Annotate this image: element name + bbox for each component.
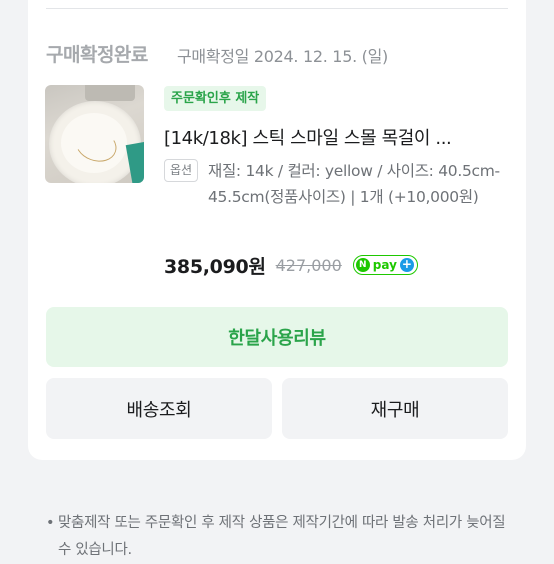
divider [46,8,508,9]
made-to-order-badge: 주문확인후 제작 [164,86,267,111]
notice-text: 맞춤제작 또는 주문확인 후 제작 상품은 제작기간에 따라 발송 처리가 늦어… [58,515,506,558]
confirm-date: 구매확정일 2024. 12. 15. (일) [177,47,388,66]
plus-icon: + [399,257,414,272]
track-shipping-button[interactable]: 배송조회 [46,378,272,439]
reorder-button[interactable]: 재구매 [282,378,508,439]
option-details: 재질: 14k / 컬러: yellow / 사이즈: 40.5cm-45.5c… [208,162,500,206]
bullet-icon: • [46,515,55,531]
product-thumbnail[interactable] [45,85,144,183]
review-button[interactable]: 한달사용리뷰 [46,307,508,367]
sale-price: 385,090원 [164,255,266,278]
production-notice: • 맞춤제작 또는 주문확인 후 제작 상품은 제작기간에 따라 발송 처리가 … [46,510,516,564]
order-status: 구매확정완료 [46,44,148,66]
product-title[interactable]: [14k/18k] 스틱 스마일 스몰 목걸이 ... [164,124,452,150]
original-price: 427,000 [275,255,342,275]
price-row: 385,090원 427,000 N pay + [164,251,418,279]
naver-n-icon: N [355,258,370,272]
npay-label: pay [372,258,397,272]
option-badge: 옵션 [164,159,198,182]
npay-badge: N pay + [352,255,418,275]
